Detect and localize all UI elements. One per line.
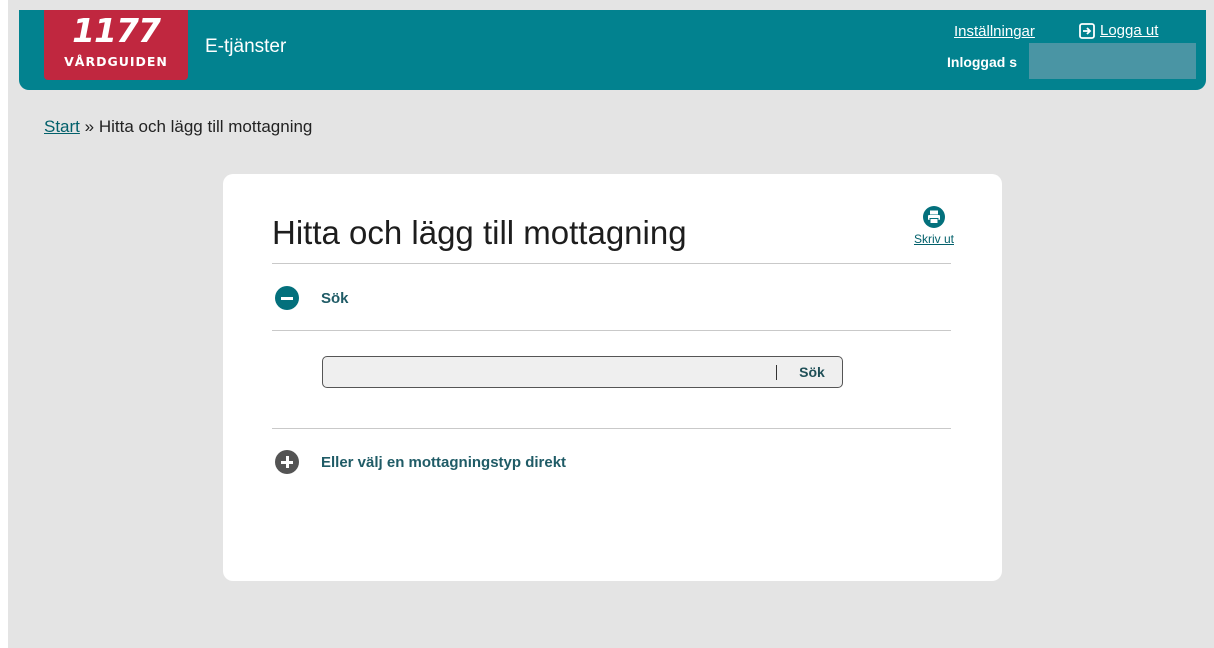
logo-text: VÅRDGUIDEN xyxy=(64,54,168,69)
search-separator xyxy=(776,365,777,380)
logged-in-label: Inloggad s xyxy=(947,54,1017,70)
redacted-user-name xyxy=(1029,43,1196,79)
plus-circle-icon xyxy=(275,450,299,474)
logout-button[interactable]: Logga ut xyxy=(1079,22,1158,39)
printer-icon xyxy=(923,206,945,228)
breadcrumb-current: Hitta och lägg till mottagning xyxy=(98,117,313,136)
breadcrumb: Start » Hitta och lägg till mottagning xyxy=(44,117,312,137)
print-label: Skriv ut xyxy=(913,232,954,246)
divider xyxy=(272,263,951,264)
print-button[interactable]: Skriv ut xyxy=(909,206,959,246)
logo-number: 1177 xyxy=(72,11,161,50)
top-header: 1177 VÅRDGUIDEN E-tjänster Inställningar… xyxy=(19,10,1206,90)
search-section-label: Sök xyxy=(321,289,349,307)
divider xyxy=(272,428,951,429)
minus-circle-icon xyxy=(275,286,299,310)
vardguiden-logo[interactable]: 1177 VÅRDGUIDEN xyxy=(44,10,188,80)
search-box: Sök xyxy=(322,356,843,388)
search-input[interactable] xyxy=(323,357,788,387)
service-title: E-tjänster xyxy=(205,36,287,57)
search-section-toggle[interactable]: Sök xyxy=(275,286,349,310)
breadcrumb-separator: » xyxy=(79,117,99,136)
search-button[interactable]: Sök xyxy=(781,357,843,387)
breadcrumb-start-link[interactable]: Start xyxy=(44,117,80,136)
logout-link[interactable]: Logga ut xyxy=(1100,22,1158,39)
main-card: Hitta och lägg till mottagning Skriv ut … xyxy=(223,174,1002,581)
logout-arrow-icon xyxy=(1079,22,1095,39)
type-section-toggle[interactable]: Eller välj en mottagningstyp direkt xyxy=(275,450,566,474)
page-title: Hitta och lägg till mottagning xyxy=(272,214,687,251)
type-section-label: Eller välj en mottagningstyp direkt xyxy=(321,453,567,471)
settings-link[interactable]: Inställningar xyxy=(954,23,1035,40)
divider xyxy=(272,330,951,331)
